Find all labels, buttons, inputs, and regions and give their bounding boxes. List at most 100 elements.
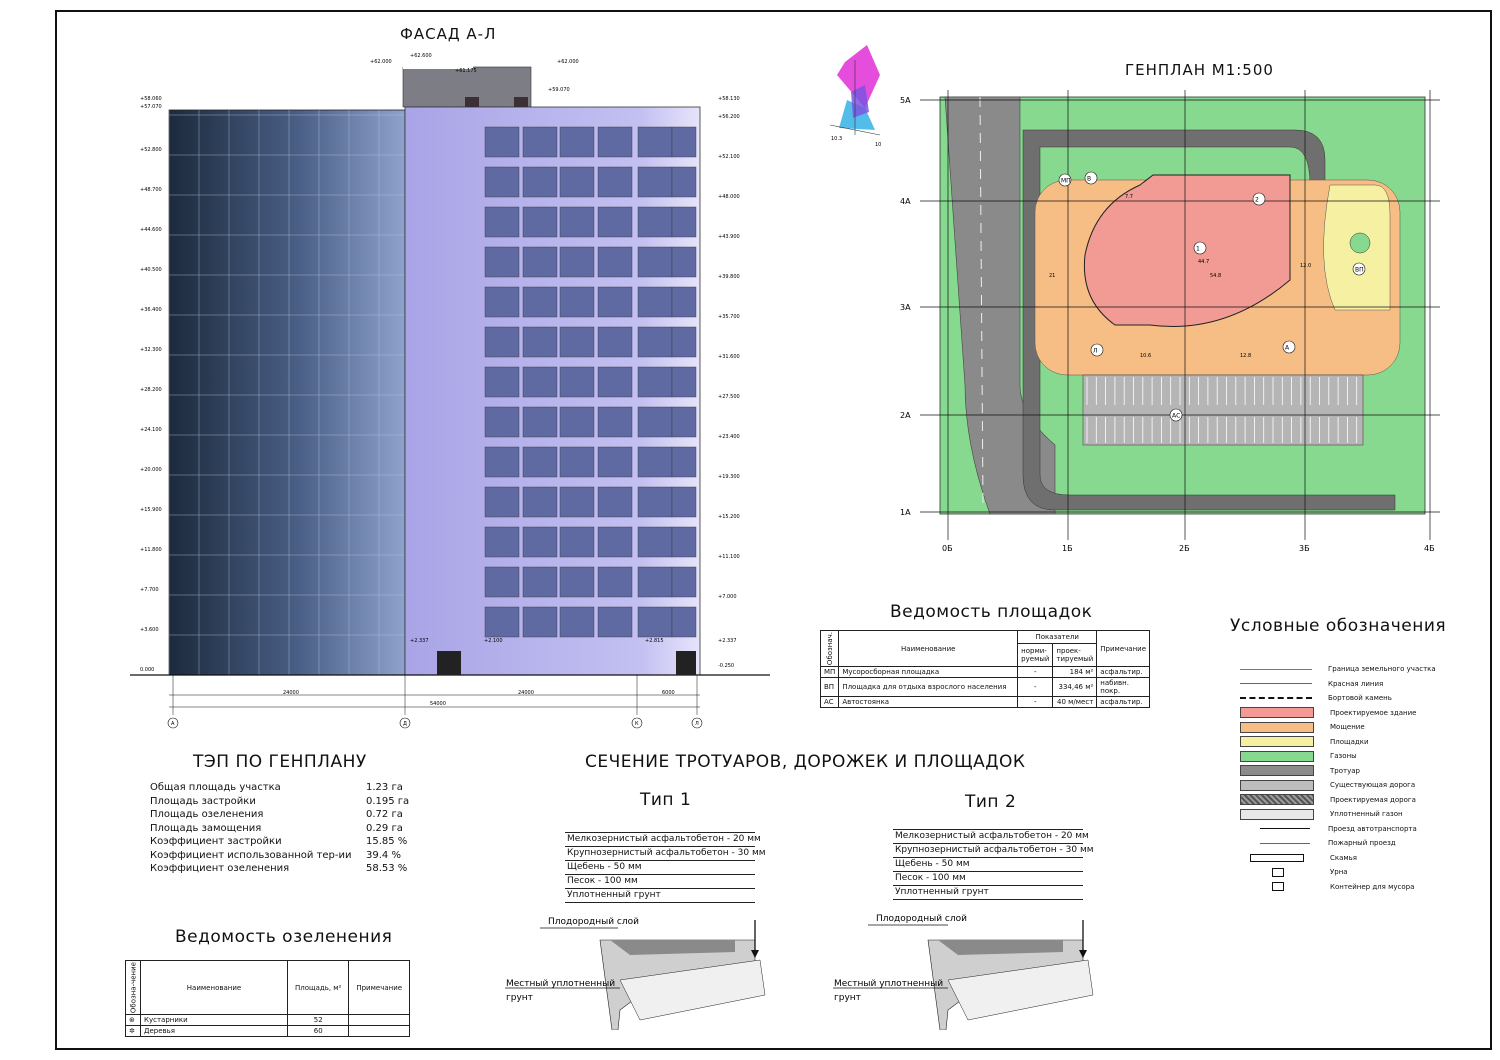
legend-label: Проезд автотранспорта	[1328, 824, 1417, 833]
legend-item: Площадки	[1240, 735, 1480, 750]
genplan-drawing: 5А4А3А2А1А0Б 1Б 2Б 3Б 4БМП В12Л АВПАС7.744.754…	[900, 90, 1440, 553]
local-soil-label-1a: Местный уплотненный	[506, 979, 615, 989]
site-zone-label: ВП	[1355, 267, 1364, 274]
grid-col-label: 1Б	[1062, 544, 1073, 553]
legend-label: Уплотненный газон	[1330, 810, 1403, 819]
legend-label: Контейнер для мусора	[1330, 882, 1415, 891]
legend-label: Газоны	[1330, 752, 1357, 761]
tep-name: Площадь застройки	[150, 795, 256, 807]
elevation-mark-left: 0.000	[140, 667, 154, 673]
elevation-mark-right: +48.000	[718, 194, 740, 200]
tep-name: Коэффициент озеленения	[150, 863, 290, 874]
greenery-title: Ведомость озеленения	[175, 927, 393, 947]
sites-header-name: Наименование	[838, 629, 1019, 668]
elevation-mark-left: +58.060	[140, 96, 162, 102]
type1-title: Тип 1	[640, 790, 692, 810]
tep-name: Коэффициент использованной тер-ии	[150, 849, 352, 861]
tep-value: 39.4 %	[366, 849, 401, 861]
topsoil-label-2: Плодородный слой	[876, 914, 967, 924]
grid-row-label: 4А	[900, 197, 911, 206]
entrance-door	[437, 651, 461, 675]
elevation-mark-right: +15.200	[718, 514, 740, 520]
legend-title: Условные обозначения	[1230, 616, 1447, 636]
section-layer-label: Крупнозернистый асфальтобетон - 30 мм	[565, 847, 766, 861]
legend-item: Контейнер для мусора	[1240, 880, 1480, 895]
tep-row: Площадь застройки 0.195 га	[150, 795, 409, 809]
tep-name: Площадь озеленения	[150, 809, 264, 820]
tep-value: 58.53 %	[366, 863, 408, 874]
legend-item: Проектируемая дорога	[1240, 793, 1480, 808]
section-drawing-1: Плодородный слой Местный уплотненный гру…	[505, 917, 766, 1030]
legend-item: Мощение	[1240, 720, 1480, 735]
legend-swatch	[1240, 779, 1314, 791]
facade-title: ФАСАД А-Л	[400, 25, 497, 43]
tep-list: Общая площадь участка 1.23 га Площадь заст…	[150, 781, 409, 876]
local-soil-label-1b: грунт	[506, 993, 533, 1003]
tep-value: 0.29 га	[366, 822, 403, 834]
compass-label-1: 10.3	[831, 136, 842, 142]
site-zone-label: МП	[1061, 178, 1071, 185]
legend-label: Бортовой камень	[1328, 694, 1392, 703]
site-zone-label: АС	[1172, 413, 1180, 420]
legend-swatch	[1240, 721, 1314, 733]
grid-row-label: 1А	[900, 508, 911, 517]
legend-label: Существующая дорога	[1330, 781, 1416, 790]
local-soil-label-2a: Местный уплотненный	[834, 979, 943, 989]
elevation-mark-right: +27.500	[718, 394, 740, 400]
elevation-mark-right: +23.400	[718, 434, 740, 440]
legend-swatch	[1240, 736, 1314, 748]
grid-row-label: 3А	[900, 303, 911, 312]
dimension-label: 24000	[283, 690, 299, 696]
tep-value: 1.23 га	[366, 782, 403, 793]
site-zone-label: 1	[1196, 246, 1200, 253]
elevation-mark-left: +24.100	[140, 427, 162, 433]
legend-swatch	[1240, 765, 1314, 777]
axis-label: Д	[403, 721, 407, 727]
legend-swatch	[1240, 668, 1312, 670]
elevation-mark-right: +56.200	[718, 114, 740, 120]
legend-swatch	[1240, 697, 1312, 700]
legend-swatch	[1260, 828, 1310, 830]
legend-label: Граница земельного участка	[1328, 665, 1436, 674]
axis-label: А	[171, 721, 175, 727]
elevation-mark-right: +58.130	[718, 96, 740, 102]
sites-header-proj: проек-тируемый	[1052, 643, 1098, 668]
elevation-mark-left: +32.300	[140, 347, 162, 353]
legend-label: Скамья	[1330, 853, 1358, 862]
legend-swatch	[1272, 882, 1284, 892]
parking	[1082, 374, 1364, 446]
plan-dimension: 21	[1049, 273, 1055, 279]
table-row: АС Автостоянка -40 м/мест асфальтир.	[819, 696, 1150, 709]
legend-item: Существующая дорога	[1240, 778, 1480, 793]
dimension-label: 24000	[518, 690, 534, 696]
axis-label: К	[635, 721, 639, 727]
legend-swatch	[1240, 683, 1312, 685]
sites-header-note: Примечание	[1096, 629, 1150, 668]
tep-row: Общая площадь участка 1.23 га	[150, 781, 409, 795]
grid-row-label: 5А	[900, 96, 911, 105]
legend-swatch	[1260, 842, 1310, 844]
elevation-mark-right: +35.700	[718, 314, 740, 320]
sites-header-norm: норми-руемый	[1017, 643, 1054, 668]
section-layer-label: Песок - 100 мм	[893, 872, 1083, 886]
section-layer-label: Уплотненный грунт	[893, 886, 1083, 900]
plan-dimension: 12.0	[1300, 263, 1311, 269]
legend-label: Тротуар	[1330, 766, 1360, 775]
tep-value: 0.195 га	[366, 795, 410, 807]
elevation-mark-right: +2.337	[718, 638, 737, 644]
wind-rose: 10.3 10	[829, 45, 881, 148]
legend-swatch	[1240, 707, 1314, 719]
legend-swatch	[1250, 853, 1304, 862]
greenery-table: Обозна-чение Наименование Площадь, м² Пр…	[125, 959, 410, 1038]
elevation-mark-left: +11.800	[140, 547, 162, 553]
legend-item: Уплотненный газон	[1240, 807, 1480, 822]
tep-name: Коэффициент застройки	[150, 836, 282, 847]
dimension-label: 54000	[430, 701, 446, 707]
genplan-title: ГЕНПЛАН М1:500	[1125, 61, 1274, 79]
entry-elevation-mark: +2.337	[410, 638, 429, 644]
site-zone-label: В	[1087, 176, 1091, 183]
legend-list: Граница земельного участка Красная линия Б…	[1240, 662, 1480, 894]
sites-header-indicators: Показатели	[1017, 629, 1098, 645]
legend-item: Тротуар	[1240, 764, 1480, 779]
legend-label: Проектируемое здание	[1330, 708, 1417, 717]
